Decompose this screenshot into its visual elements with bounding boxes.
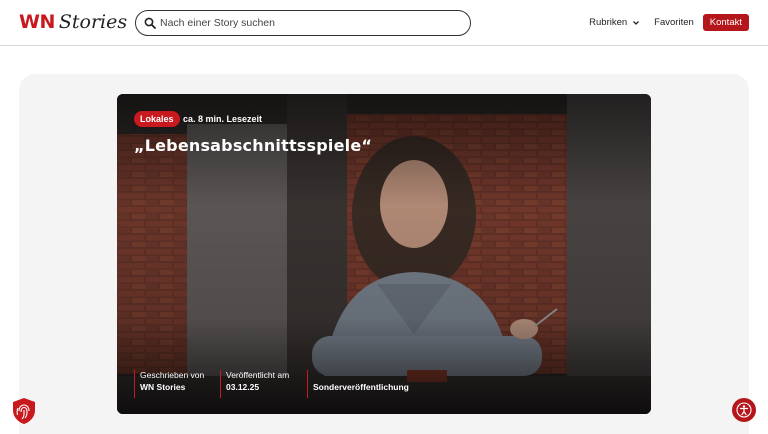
- accessibility-button[interactable]: [732, 398, 756, 422]
- kontakt-button-label: Kontakt: [709, 17, 742, 28]
- site-header: WN Stories Rubriken Favoriten Kontakt: [0, 0, 768, 46]
- search-bar[interactable]: [135, 10, 471, 36]
- meta-author-value: WN Stories: [140, 382, 186, 392]
- meta-date-label: Veröffentlicht am: [226, 370, 290, 380]
- meta-date: Veröffentlicht am 03.12.25: [220, 370, 289, 398]
- logo-wn: WN: [19, 11, 55, 33]
- chevron-down-icon: [633, 20, 640, 25]
- logo-stories: Stories: [58, 11, 128, 33]
- nav-rubriken-label: Rubriken: [589, 17, 628, 28]
- kontakt-button[interactable]: Kontakt: [702, 14, 749, 31]
- category-badge[interactable]: Lokales: [134, 111, 180, 127]
- nav-rubriken[interactable]: Rubriken: [589, 17, 640, 28]
- story-title[interactable]: „Lebensabschnittsspiele“: [134, 136, 372, 155]
- meta-date-value: 03.12.25: [226, 382, 260, 392]
- accessibility-icon: [736, 402, 752, 418]
- meta-author: Geschrieben von WN Stories: [134, 370, 204, 398]
- hero-story-card[interactable]: Lokales ca. 8 min. Lesezeit „Lebensabsch…: [117, 94, 651, 414]
- meta-type: Sonderveröffentlichung: [307, 370, 409, 398]
- read-time: ca. 8 min. Lesezeit: [183, 114, 263, 124]
- fingerprint-shield-icon[interactable]: [11, 397, 37, 425]
- search-icon: [144, 17, 156, 29]
- meta-type-value: Sonderveröffentlichung: [313, 382, 409, 392]
- logo[interactable]: WN Stories: [19, 11, 127, 35]
- main-nav: Rubriken Favoriten Kontakt: [589, 14, 749, 31]
- nav-favoriten-label: Favoriten: [654, 17, 694, 28]
- nav-favoriten[interactable]: Favoriten: [654, 17, 694, 28]
- meta-author-label: Geschrieben von: [140, 370, 205, 380]
- search-input[interactable]: [160, 17, 460, 29]
